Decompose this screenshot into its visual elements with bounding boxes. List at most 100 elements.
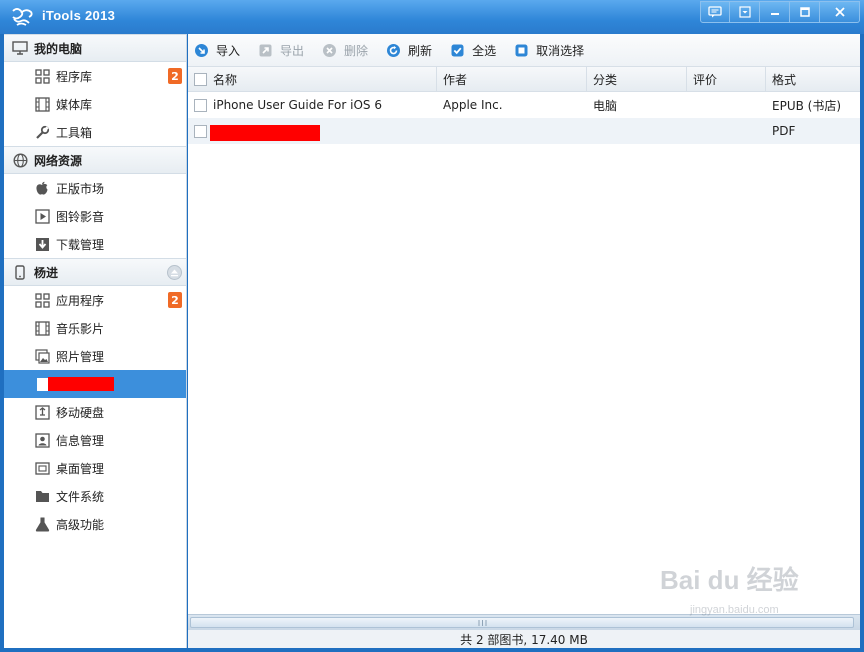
column-header-name[interactable]: 名称 [188,67,437,91]
book-format: PDF [772,124,796,138]
redacted-label [48,377,114,391]
sidebar-item-file-system[interactable]: 文件系统 [4,482,186,510]
status-text: 共 2 部图书, 17.40 MB [460,632,588,647]
check-all-icon [451,44,464,56]
flask-icon [34,516,50,532]
column-header-category[interactable]: 分类 [587,67,687,91]
wrench-icon [34,124,50,140]
sidebar-item-mobile-disk[interactable]: 移动硬盘 [4,398,186,426]
minimize-icon [770,13,779,15]
app-title: iTools 2013 [42,8,116,23]
select-all-button[interactable]: 全选 [450,42,496,59]
sidebar: 我的电脑 程序库 2 媒体库 工具箱 网络资源 正版市场 图铃影音 下载管理 杨… [4,34,187,648]
sidebar-item-advanced[interactable]: 高级功能 [4,510,186,538]
export-button[interactable]: 导出 [258,42,304,59]
scrollbar-thumb[interactable] [190,617,854,628]
sidebar-item-photo-manager[interactable]: 照片管理 [4,342,186,370]
chat-icon [708,6,722,18]
sidebar-item-info-manager[interactable]: 信息管理 [4,426,186,454]
row-checkbox[interactable] [194,124,207,138]
deselect-button[interactable]: 取消选择 [514,42,584,59]
film-icon [34,320,50,336]
close-button[interactable] [820,1,860,23]
export-label: 导出 [280,43,305,58]
menu-button[interactable] [730,1,760,23]
film-icon [34,96,50,112]
horizontal-scrollbar[interactable] [188,614,860,630]
sidebar-item-label: 桌面管理 [56,461,105,476]
group-device[interactable]: 杨进 [4,258,186,286]
delete-label: 删除 [344,43,369,58]
toolbar: 导入 导出 删除 刷新 全选 取消选择 [188,34,860,66]
sidebar-item-label: 音乐影片 [56,321,105,336]
grid-icon [34,68,50,84]
column-header-format[interactable]: 格式 [766,67,860,91]
sidebar-item-desktop-manager[interactable]: 桌面管理 [4,454,186,482]
sidebar-item-label: 照片管理 [56,349,105,364]
sidebar-item-label: 正版市场 [56,181,105,196]
maximize-button[interactable] [790,1,820,23]
column-header-rating[interactable]: 评价 [687,67,766,91]
table-row[interactable]: PDF [188,118,860,144]
import-button[interactable]: 导入 [194,42,240,59]
sidebar-item-label: 应用程序 [56,293,105,308]
sidebar-item-label: 工具箱 [56,125,93,140]
sidebar-item-label: 图铃影音 [56,209,105,224]
monitor-icon [12,40,28,56]
sidebar-item-ringtones-media[interactable]: 图铃影音 [4,202,186,230]
sidebar-item-app-library[interactable]: 程序库 2 [4,62,186,90]
main-panel: 导入 导出 删除 刷新 全选 取消选择 名称 作者 分类 评价 格式 iPhon… [188,34,860,648]
row-checkbox[interactable] [194,98,207,112]
itools-logo-icon [12,8,33,26]
apple-icon [34,180,50,196]
refresh-button[interactable]: 刷新 [386,42,432,59]
sidebar-item-download-manager[interactable]: 下载管理 [4,230,186,258]
book-author: Apple Inc. [443,98,503,112]
import-label: 导入 [216,43,241,58]
feedback-button[interactable] [700,1,730,23]
table-row[interactable]: iPhone User Guide For iOS 6 Apple Inc. 电… [188,92,860,118]
column-header-author[interactable]: 作者 [437,67,587,91]
sidebar-item-applications[interactable]: 应用程序 2 [4,286,186,314]
contact-icon [34,432,50,448]
dropdown-menu-icon [738,6,751,18]
sidebar-item-label: 媒体库 [56,97,93,112]
sidebar-item-toolbox[interactable]: 工具箱 [4,118,186,146]
sidebar-item-label: 下载管理 [56,237,105,252]
book-format: EPUB (书店) [772,98,842,113]
watermark-logo: Bai du 经验 [660,565,799,595]
title-bar: iTools 2013 [0,0,864,34]
photo-icon [34,348,50,364]
header-label: 分类 [593,72,618,87]
sidebar-item-app-market[interactable]: 正版市场 [4,174,186,202]
eject-button[interactable] [167,265,182,280]
phone-icon [12,264,28,280]
group-label: 杨进 [34,265,59,280]
deselect-label: 取消选择 [536,43,585,58]
sidebar-item-music-video[interactable]: 音乐影片 [4,314,186,342]
uncheck-icon [515,44,528,56]
table-header: 名称 作者 分类 评价 格式 [188,66,860,92]
group-online-resources[interactable]: 网络资源 [4,146,186,174]
sidebar-item-label: 文件系统 [56,489,105,504]
download-icon [34,236,50,252]
import-icon [195,43,208,57]
select-all-checkbox[interactable] [194,72,207,86]
delete-button[interactable]: 删除 [322,42,368,59]
grid-icon [34,292,50,308]
export-icon [259,44,272,56]
sidebar-item-books[interactable] [4,370,186,398]
status-bar: 共 2 部图书, 17.40 MB [188,630,860,648]
sidebar-item-media-library[interactable]: 媒体库 [4,90,186,118]
globe-icon [12,152,28,168]
refresh-icon [387,43,401,57]
eject-icon [171,269,178,277]
minimize-button[interactable] [760,1,790,23]
usb-disk-icon [34,404,50,420]
header-label: 评价 [693,72,718,87]
folder-icon [34,488,50,504]
group-label: 网络资源 [34,153,83,168]
group-my-computer[interactable]: 我的电脑 [4,34,186,62]
delete-icon [323,43,337,57]
play-box-icon [34,208,50,224]
